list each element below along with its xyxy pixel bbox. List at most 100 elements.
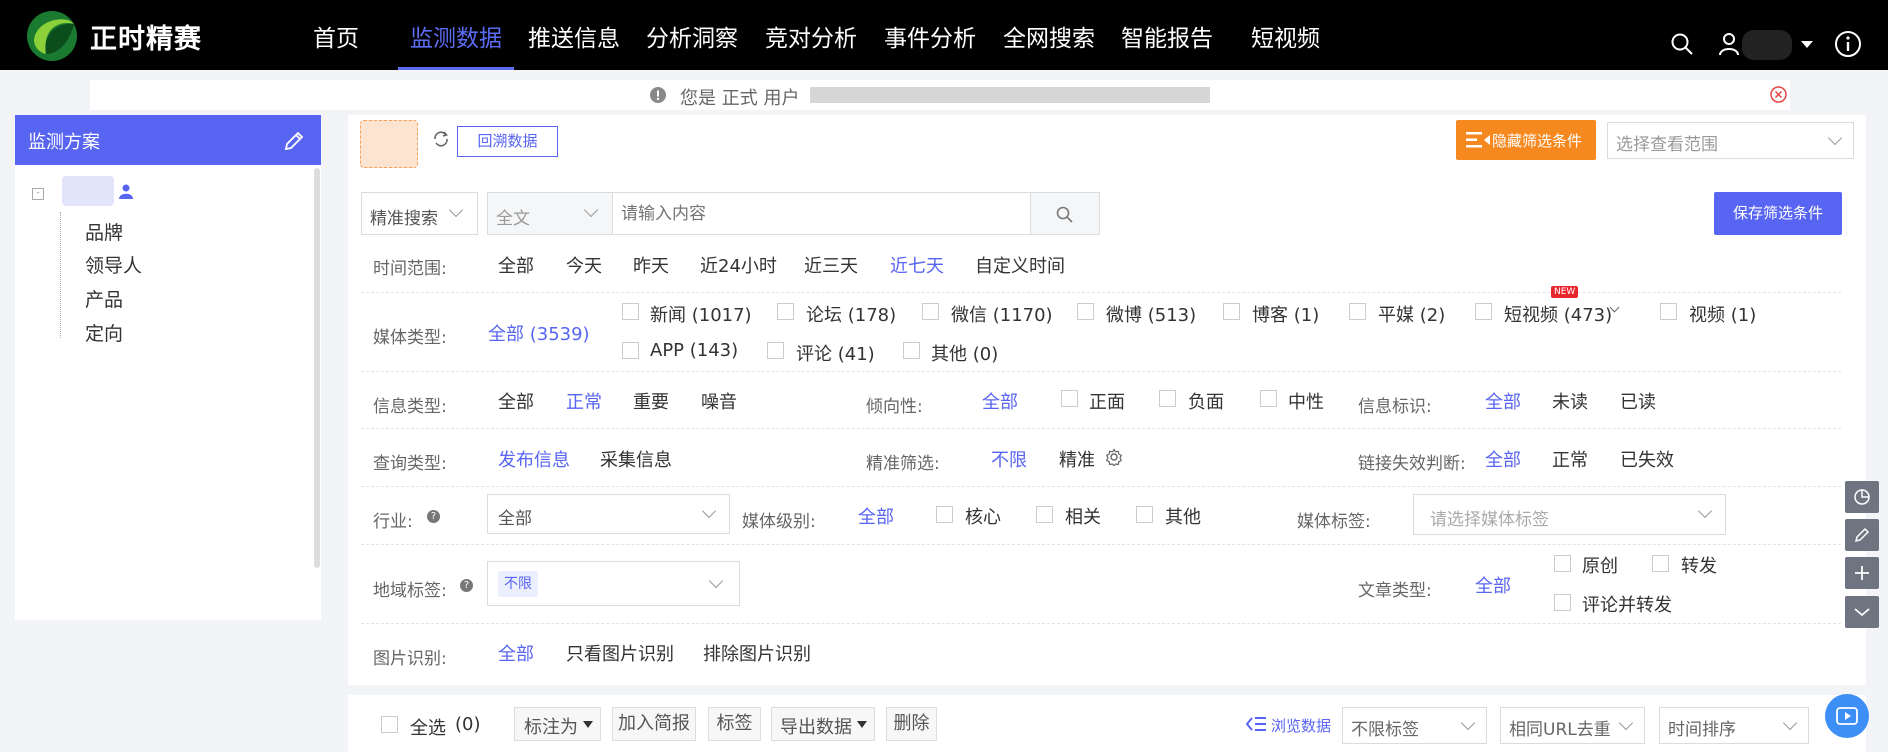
help-icon[interactable]: ? [427,510,440,523]
media-print-checkbox[interactable] [1349,303,1366,320]
query-collect[interactable]: 采集信息 [600,446,672,472]
query-publish[interactable]: 发布信息 [498,446,570,472]
browse-data-button[interactable]: 浏览数据 [1271,715,1331,736]
media-all[interactable]: 全部 (3539) [488,320,590,346]
media-blog-checkbox[interactable] [1223,303,1240,320]
article-repost-checkbox[interactable] [1652,555,1669,572]
info-normal[interactable]: 正常 [566,388,602,414]
level-other-checkbox[interactable] [1136,506,1153,523]
article-comment-repost-checkbox[interactable] [1554,594,1571,611]
time-yesterday[interactable]: 昨天 [633,252,669,278]
media-level-all[interactable]: 全部 [858,503,894,529]
info-all[interactable]: 全部 [498,388,534,414]
export-button[interactable]: 导出数据 [771,707,875,741]
video-play-button[interactable] [1825,694,1869,738]
article-original-checkbox[interactable] [1554,555,1571,572]
nav-monitor-data[interactable]: 监测数据 [410,19,502,53]
plan-name-redacted[interactable] [62,176,114,206]
tree-item-directed[interactable]: 定向 [85,319,123,346]
time-today[interactable]: 今天 [566,252,602,278]
add-button[interactable] [1845,557,1879,589]
region-tag-chip[interactable]: 不限 [498,571,538,597]
media-wechat-checkbox[interactable] [922,303,939,320]
nav-insight[interactable]: 分析洞察 [646,19,738,53]
media-video-checkbox[interactable] [1660,303,1677,320]
region-select[interactable]: 不限 [487,561,740,606]
media-weibo-checkbox[interactable] [1077,303,1094,320]
scrollbar[interactable] [314,168,320,568]
tendency-negative-checkbox[interactable] [1159,390,1176,407]
edit-button[interactable] [1845,519,1879,551]
media-app-checkbox[interactable] [622,342,639,359]
caret-down-icon[interactable] [1800,40,1814,50]
select-all-checkbox[interactable] [381,716,398,733]
media-comment-checkbox[interactable] [767,342,784,359]
search-field-select[interactable]: 全文 [487,192,613,235]
link-all[interactable]: 全部 [1485,446,1521,472]
mark-all[interactable]: 全部 [1485,388,1521,414]
time-3days[interactable]: 近三天 [804,252,858,278]
tendency-positive-checkbox[interactable] [1061,390,1078,407]
media-other-checkbox[interactable] [903,342,920,359]
tendency-neutral-checkbox[interactable] [1260,390,1277,407]
nav-report[interactable]: 智能报告 [1121,19,1213,53]
dedupe-select[interactable]: 相同URL去重 [1500,707,1645,744]
tree-item-leader[interactable]: 领导人 [85,251,142,278]
save-filters-button[interactable]: 保存筛选条件 [1714,192,1842,235]
level-related-checkbox[interactable] [1036,506,1053,523]
media-forum-checkbox[interactable] [777,303,794,320]
time-24h[interactable]: 近24小时 [700,252,777,278]
collapse-button[interactable] [1845,596,1879,628]
nav-home[interactable]: 首页 [313,19,359,53]
backtrack-button[interactable]: 回溯数据 [457,126,558,157]
media-short-video-checkbox[interactable] [1475,303,1492,320]
tag-button[interactable]: 标签 [708,707,761,741]
link-invalid[interactable]: 已失效 [1620,446,1674,472]
search-button[interactable] [1030,192,1100,235]
info-icon[interactable] [1834,30,1862,58]
nav-competitor[interactable]: 竞对分析 [765,19,857,53]
media-tag-select[interactable]: 请选择媒体标签 [1413,494,1726,535]
mark-unread[interactable]: 未读 [1552,388,1588,414]
tendency-all[interactable]: 全部 [982,388,1018,414]
tree-collapse-icon[interactable]: - [32,188,44,200]
scope-select[interactable]: 选择查看范围 [1607,122,1854,159]
nav-push-info[interactable]: 推送信息 [528,19,620,53]
search-icon[interactable] [1670,32,1694,56]
time-custom[interactable]: 自定义时间 [975,252,1065,278]
tree-item-product[interactable]: 产品 [85,285,123,312]
mark-read[interactable]: 已读 [1620,388,1656,414]
nav-event[interactable]: 事件分析 [884,19,976,53]
precise-exact[interactable]: 精准 [1059,446,1095,472]
precise-unlimited[interactable]: 不限 [991,446,1027,472]
info-noise[interactable]: 噪音 [701,388,737,414]
mark-as-button[interactable]: 标注为 [514,707,601,741]
search-input[interactable] [612,192,1031,235]
user-icon[interactable] [1718,32,1740,56]
search-mode-select[interactable]: 精准搜索 [361,192,478,235]
hide-filters-button[interactable]: 隐藏筛选条件 [1456,120,1596,160]
nav-web-search[interactable]: 全网搜索 [1003,19,1095,53]
link-normal[interactable]: 正常 [1552,446,1588,472]
edit-icon[interactable] [282,129,306,153]
close-icon[interactable] [1770,86,1787,103]
image-only[interactable]: 只看图片识别 [566,640,674,666]
time-all[interactable]: 全部 [498,252,534,278]
nav-short-video[interactable]: 短视频 [1251,19,1320,53]
tree-item-brand[interactable]: 品牌 [85,218,123,245]
time-7days[interactable]: 近七天 [890,252,944,278]
chart-button[interactable] [1845,481,1879,513]
article-all[interactable]: 全部 [1475,572,1511,598]
industry-select[interactable]: 全部 [487,494,730,534]
refresh-icon[interactable] [432,130,450,148]
delete-button[interactable]: 删除 [886,707,937,741]
level-core-checkbox[interactable] [936,506,953,523]
image-all[interactable]: 全部 [498,640,534,666]
image-exclude[interactable]: 排除图片识别 [703,640,811,666]
help-icon[interactable]: ? [460,579,473,592]
tag-filter-select[interactable]: 不限标签 [1342,707,1487,744]
info-important[interactable]: 重要 [633,388,669,414]
media-news-checkbox[interactable] [622,303,639,320]
add-brief-button[interactable]: 加入简报 [612,707,696,741]
settings-icon[interactable] [1105,448,1123,466]
